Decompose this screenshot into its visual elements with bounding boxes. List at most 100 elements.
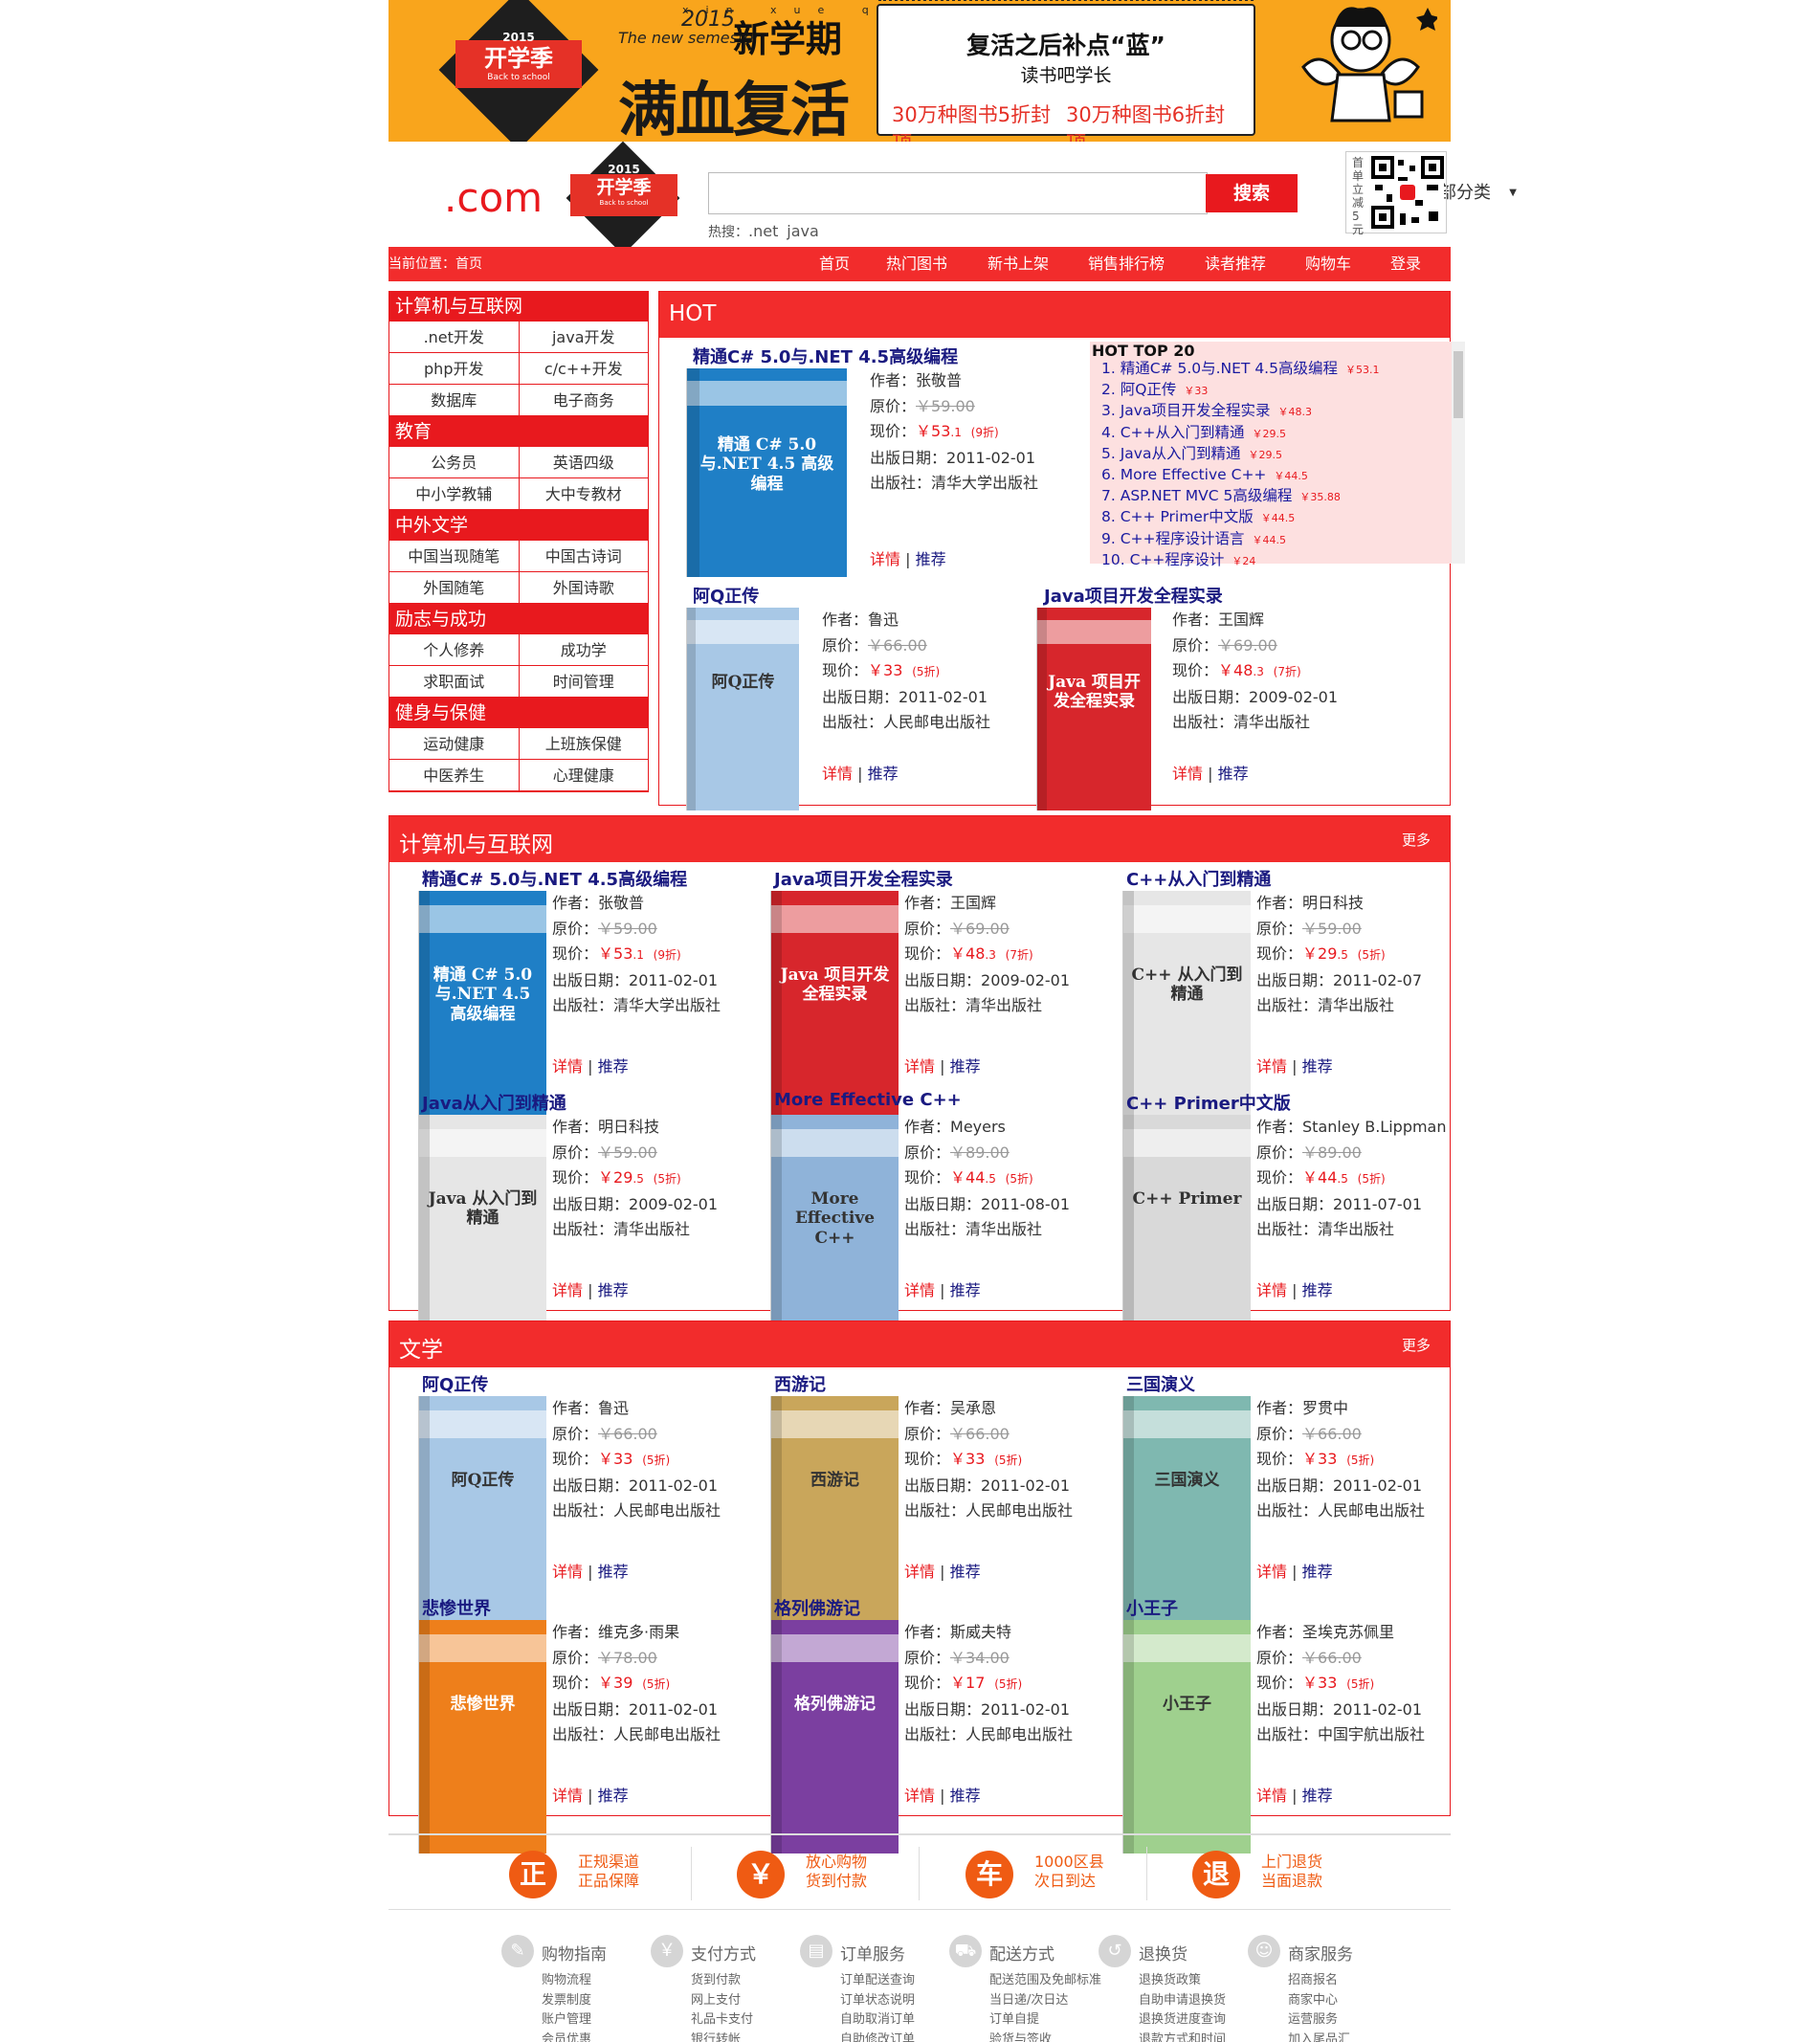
nav-item-reader-picks[interactable]: 读者推荐 — [1205, 247, 1266, 281]
recommend-link[interactable]: 推荐 — [950, 1057, 981, 1076]
book-title[interactable]: Java项目开发全程实录 — [774, 866, 953, 891]
sidebar-item[interactable]: 中国当现随笔 — [389, 541, 520, 571]
scrollbar-thumb[interactable] — [1454, 351, 1463, 418]
recommend-link[interactable]: 推荐 — [916, 550, 946, 568]
detail-link[interactable]: 详情 — [1256, 1057, 1287, 1076]
top20-item[interactable]: 4. C++从入门到精通 ￥29.5 — [1101, 423, 1379, 444]
top20-item[interactable]: 10. C++程序设计 ￥24 — [1101, 550, 1379, 571]
footer-link[interactable]: 退款方式和时间 — [1139, 2031, 1226, 2042]
book-cover-image[interactable]: More Effective C++ — [770, 1115, 899, 1348]
footer-link[interactable]: 自助取消订单 — [840, 2010, 915, 2031]
book-title[interactable]: 精通C# 5.0与.NET 4.5高级编程 — [693, 344, 958, 368]
sidebar-item[interactable]: c/c++开发 — [520, 353, 649, 384]
footer-link[interactable]: 招商报名 — [1288, 1971, 1350, 1991]
recommend-link[interactable]: 推荐 — [868, 765, 899, 783]
top20-scrollbar[interactable] — [1452, 342, 1465, 564]
book-cover-image[interactable]: Java 项目开发全程实录 — [1036, 608, 1151, 810]
book-cover-image[interactable]: 小王子 — [1122, 1620, 1251, 1853]
sidebar-item[interactable]: 运动健康 — [389, 728, 520, 759]
recommend-link[interactable]: 推荐 — [1302, 1787, 1333, 1805]
sidebar-item[interactable]: 成功学 — [520, 634, 649, 665]
recommend-link[interactable]: 推荐 — [598, 1563, 629, 1581]
book-title[interactable]: 小王子 — [1126, 1595, 1178, 1620]
sidebar-item[interactable]: 外国随笔 — [389, 572, 520, 603]
sidebar-item[interactable]: .net开发 — [389, 322, 520, 352]
book-title[interactable]: Java项目开发全程实录 — [1044, 583, 1223, 608]
sidebar-heading[interactable]: 教育 — [389, 416, 648, 447]
more-link[interactable]: 更多 — [1402, 830, 1431, 850]
sidebar-item[interactable]: 数据库 — [389, 385, 520, 415]
footer-link[interactable]: 发票制度 — [542, 1991, 591, 2011]
footer-link[interactable]: 订单状态说明 — [840, 1991, 915, 2011]
footer-link[interactable]: 自助申请退换货 — [1139, 1991, 1226, 2011]
book-title[interactable]: 精通C# 5.0与.NET 4.5高级编程 — [422, 866, 687, 891]
book-title[interactable]: C++ Primer中文版 — [1126, 1090, 1291, 1115]
sidebar-item[interactable]: 外国诗歌 — [520, 572, 649, 603]
sidebar-item[interactable]: 中国古诗词 — [520, 541, 649, 571]
sidebar-item[interactable]: 时间管理 — [520, 666, 649, 697]
sidebar-heading[interactable]: 计算机与互联网 — [389, 291, 648, 322]
book-cover-image[interactable]: Java 从入门到精通 — [418, 1115, 546, 1348]
footer-link[interactable]: 购物流程 — [542, 1971, 591, 1991]
footer-heading[interactable]: 购物指南 — [542, 1941, 607, 1964]
footer-link[interactable]: 运营服务 — [1288, 2010, 1350, 2031]
book-title[interactable]: Java从入门到精通 — [422, 1090, 566, 1115]
book-title[interactable]: 西游记 — [774, 1371, 826, 1396]
footer-link[interactable]: 订单自提 — [989, 2010, 1101, 2031]
recommend-link[interactable]: 推荐 — [950, 1281, 981, 1299]
book-cover-image[interactable]: 格列佛游记 — [770, 1620, 899, 1853]
detail-link[interactable]: 详情 — [870, 550, 900, 568]
hot-search-term[interactable]: .net — [748, 222, 778, 240]
footer-link[interactable]: 会员优惠 — [542, 2031, 591, 2042]
footer-heading[interactable]: 订单服务 — [840, 1941, 905, 1964]
detail-link[interactable]: 详情 — [552, 1281, 583, 1299]
footer-link[interactable]: 加入尾品汇 — [1288, 2031, 1350, 2042]
sidebar-item[interactable]: java开发 — [520, 322, 649, 352]
footer-link[interactable]: 自助修改订单 — [840, 2031, 915, 2042]
top20-item[interactable]: 7. ASP.NET MVC 5高级编程 ￥35.88 — [1101, 486, 1379, 507]
sidebar-heading[interactable]: 健身与保健 — [389, 698, 648, 728]
recommend-link[interactable]: 推荐 — [598, 1787, 629, 1805]
sidebar-item[interactable]: 大中专教材 — [520, 478, 649, 509]
sidebar-item[interactable]: 英语四级 — [520, 447, 649, 477]
recommend-link[interactable]: 推荐 — [598, 1281, 629, 1299]
sidebar-item[interactable]: php开发 — [389, 353, 520, 384]
top20-item[interactable]: 6. More Effective C++ ￥44.5 — [1101, 465, 1379, 486]
top20-item[interactable]: 1. 精通C# 5.0与.NET 4.5高级编程 ￥53.1 — [1101, 359, 1379, 380]
detail-link[interactable]: 详情 — [552, 1057, 583, 1076]
detail-link[interactable]: 详情 — [904, 1563, 935, 1581]
nav-item-cart[interactable]: 购物车 — [1305, 247, 1351, 281]
sidebar-heading[interactable]: 中外文学 — [389, 510, 648, 541]
footer-link[interactable]: 银行转帐 — [691, 2031, 753, 2042]
sidebar-item[interactable]: 中小学教辅 — [389, 478, 520, 509]
footer-heading[interactable]: 配送方式 — [989, 1941, 1054, 1964]
book-title[interactable]: 阿Q正传 — [693, 583, 759, 608]
nav-item-hot-books[interactable]: 热门图书 — [886, 247, 947, 281]
footer-link[interactable]: 网上支付 — [691, 1991, 753, 2011]
recommend-link[interactable]: 推荐 — [1302, 1057, 1333, 1076]
detail-link[interactable]: 详情 — [904, 1787, 935, 1805]
sidebar-item[interactable]: 上班族保健 — [520, 728, 649, 759]
top20-item[interactable]: 9. C++程序设计语言 ￥44.5 — [1101, 529, 1379, 550]
sidebar-item[interactable]: 电子商务 — [520, 385, 649, 415]
footer-link[interactable]: 商家中心 — [1288, 1991, 1350, 2011]
recommend-link[interactable]: 推荐 — [950, 1563, 981, 1581]
detail-link[interactable]: 详情 — [904, 1281, 935, 1299]
detail-link[interactable]: 详情 — [552, 1563, 583, 1581]
top20-item[interactable]: 5. Java从入门到精通 ￥29.5 — [1101, 444, 1379, 465]
detail-link[interactable]: 详情 — [1256, 1281, 1287, 1299]
site-logo-domain[interactable]: .com — [444, 174, 543, 221]
detail-link[interactable]: 详情 — [1256, 1787, 1287, 1805]
book-cover-image[interactable]: 精通 C# 5.0与.NET 4.5 高级编程 — [686, 368, 847, 577]
footer-link[interactable]: 验货与签收 — [989, 2031, 1101, 2042]
detail-link[interactable]: 详情 — [1256, 1563, 1287, 1581]
sidebar-heading[interactable]: 励志与成功 — [389, 604, 648, 634]
detail-link[interactable]: 详情 — [904, 1057, 935, 1076]
book-title[interactable]: 格列佛游记 — [774, 1595, 860, 1620]
footer-link[interactable]: 账户管理 — [542, 2010, 591, 2031]
footer-link[interactable]: 退换货政策 — [1139, 1971, 1226, 1991]
recommend-link[interactable]: 推荐 — [1302, 1563, 1333, 1581]
recommend-link[interactable]: 推荐 — [1302, 1281, 1333, 1299]
hot-search-term[interactable]: java — [787, 222, 819, 240]
nav-item-bestsellers[interactable]: 销售排行榜 — [1088, 247, 1165, 281]
